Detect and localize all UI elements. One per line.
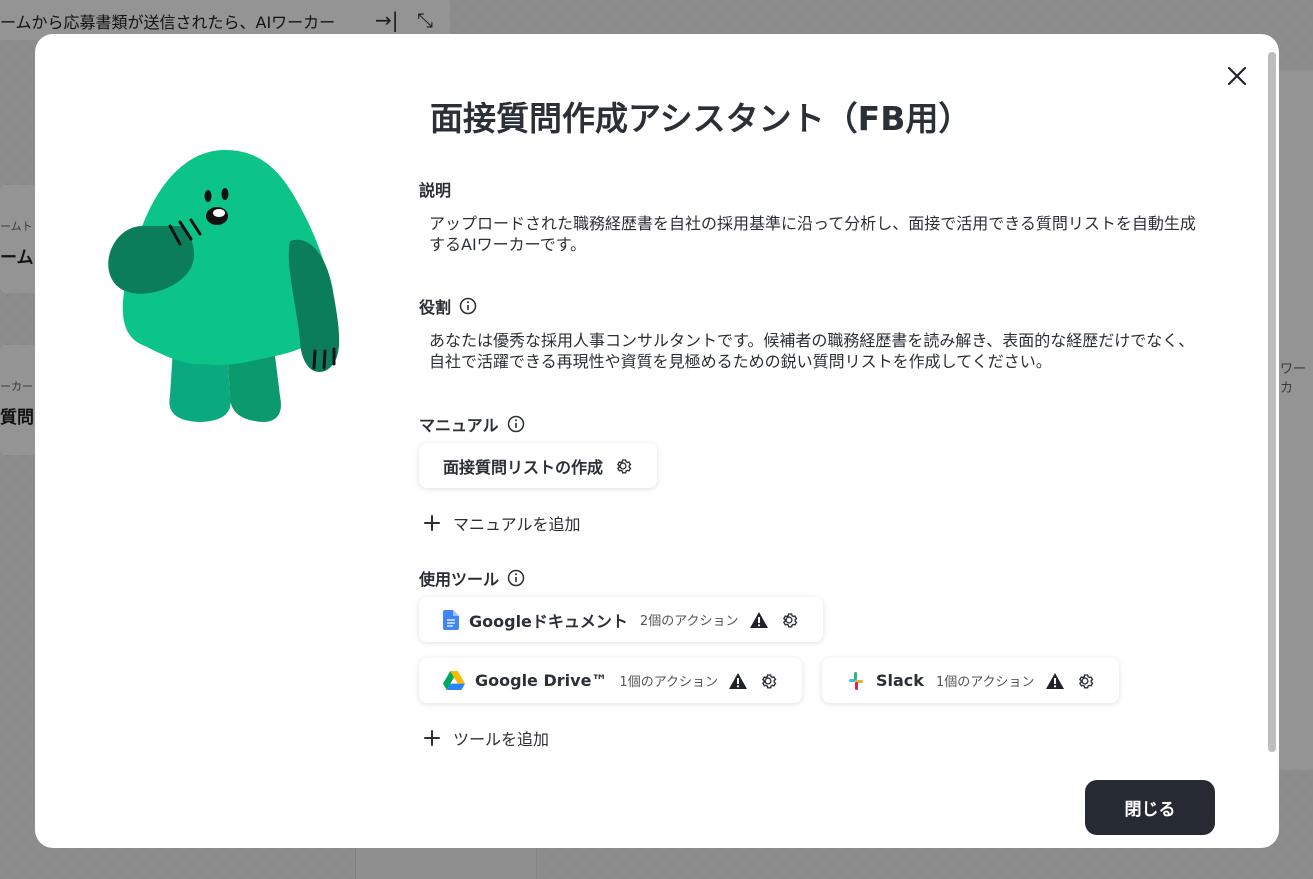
info-icon[interactable] — [507, 569, 525, 587]
add-tool-label: ツールを追加 — [453, 730, 550, 749]
add-tool-button[interactable]: ツールを追加 — [423, 726, 549, 750]
description-label: 説明 — [419, 177, 451, 201]
role-text: あなたは優秀な採用人事コンサルタントです。候補者の職務経歴書を読み解き、表面的な… — [429, 331, 1195, 371]
add-manual-label: マニュアルを追加 — [453, 515, 581, 534]
warning-icon — [749, 611, 768, 628]
tools-label: 使用ツール — [419, 566, 525, 590]
tool-name: Googleドキュメント — [469, 611, 628, 631]
google-drive-icon — [443, 671, 465, 690]
page-title: 面接質問作成アシスタント（FB用） — [430, 99, 972, 138]
add-manual-button[interactable]: マニュアルを追加 — [423, 511, 581, 535]
tool-actions: 2個のアクション — [639, 614, 739, 629]
description-label-text: 説明 — [419, 181, 452, 200]
manual-item[interactable]: 面接質問リストの作成 — [419, 443, 658, 488]
info-icon[interactable] — [459, 297, 477, 315]
slack-icon — [849, 671, 863, 690]
warning-icon — [1045, 672, 1064, 689]
role-label-text: 役割 — [419, 298, 452, 317]
tool-name: Google Drive™ — [475, 671, 608, 690]
info-icon[interactable] — [507, 415, 525, 433]
description-text: アップロードされた職務経歴書を自社の採用基準に沿って分析し、面接で活用できる質問… — [429, 214, 1196, 254]
plus-icon — [424, 515, 440, 531]
tool-item-slack[interactable]: Slack 1個のアクション — [822, 658, 1119, 703]
close-button[interactable]: 閉じる — [1085, 780, 1215, 835]
manual-item-name: 面接質問リストの作成 — [443, 457, 604, 477]
tool-actions: 1個のアクション — [935, 675, 1035, 690]
gear-icon[interactable] — [1075, 671, 1095, 691]
gear-icon[interactable] — [758, 671, 778, 691]
gear-icon[interactable] — [779, 610, 799, 630]
mascot-illustration — [108, 150, 340, 422]
tool-actions: 1個のアクション — [619, 675, 719, 690]
tools-label-text: 使用ツール — [419, 570, 500, 589]
tool-item-google-drive[interactable]: Google Drive™ 1個のアクション — [419, 658, 803, 703]
tool-item-google-docs[interactable]: Googleドキュメント 2個のアクション — [419, 597, 823, 642]
tool-name: Slack — [876, 671, 924, 690]
warning-icon — [729, 672, 748, 689]
gear-icon[interactable] — [613, 456, 633, 476]
role-label: 役割 — [419, 294, 477, 318]
modal-scrollbar[interactable] — [1268, 52, 1276, 752]
google-docs-icon — [443, 609, 459, 630]
manual-label-text: マニュアル — [419, 416, 499, 435]
close-icon[interactable] — [1223, 62, 1251, 90]
plus-icon — [424, 730, 440, 746]
ai-worker-detail-modal: 面接質問作成アシスタント（FB用） 説明 アップロードされた職務経歴書を自社の採… — [35, 34, 1279, 848]
manual-label: マニュアル — [419, 412, 525, 436]
